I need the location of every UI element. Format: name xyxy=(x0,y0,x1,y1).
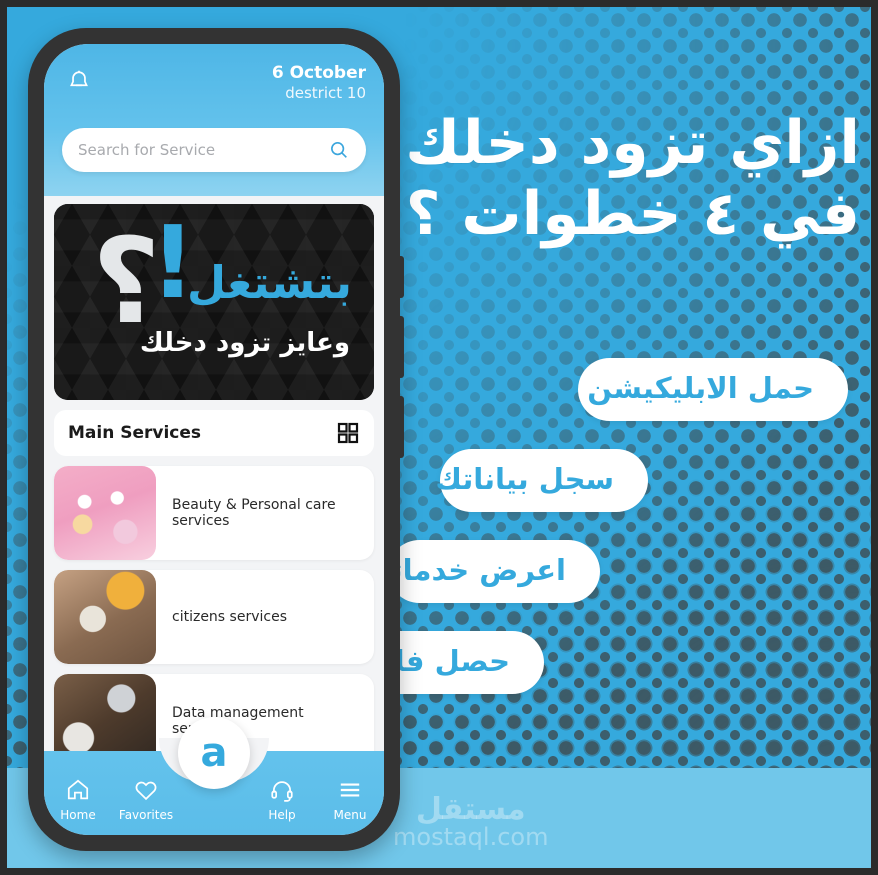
nav-item-favorites[interactable]: Favorites xyxy=(112,777,180,822)
hamburger-icon xyxy=(340,783,360,796)
phone-mockup: 6 October destrict 10 Search for Service… xyxy=(28,28,404,851)
phone-screen: 6 October destrict 10 Search for Service… xyxy=(44,44,384,835)
steps-list: حمل الابليكيشن سجل بياناتك اعرض خدماتك ح… xyxy=(320,358,848,722)
bell-icon[interactable] xyxy=(66,68,92,96)
main-services-title: Main Services xyxy=(68,423,202,443)
service-label: Beauty & Personal care services xyxy=(172,497,336,529)
service-thumbnail xyxy=(54,570,156,664)
search-icon[interactable] xyxy=(328,139,350,161)
nav-label: Favorites xyxy=(118,807,174,822)
service-card-citizens[interactable]: citizens services xyxy=(54,570,374,664)
service-label: citizens services xyxy=(172,609,287,625)
phone-volume-up-button xyxy=(399,316,404,378)
nav-label: Home xyxy=(60,807,96,822)
nav-item-help[interactable]: Help xyxy=(248,777,316,822)
phone-volume-down-button xyxy=(399,396,404,458)
nav-label: Help xyxy=(268,807,296,822)
phone-silent-switch xyxy=(399,256,404,298)
step-pill-1[interactable]: حمل الابليكيشن xyxy=(578,358,848,421)
location-display[interactable]: 6 October destrict 10 xyxy=(272,63,366,103)
step-pill-2[interactable]: سجل بياناتك xyxy=(435,449,648,512)
location-district: destrict 10 xyxy=(285,84,366,103)
app-logo-fab[interactable]: a xyxy=(178,717,250,789)
service-card-beauty[interactable]: Beauty & Personal care services xyxy=(54,466,374,560)
headline-line-2: في ٤ خطوات ؟ xyxy=(405,178,860,249)
search-bar[interactable]: Search for Service xyxy=(62,128,366,172)
nav-item-menu[interactable]: Menu xyxy=(316,777,384,822)
app-logo-letter: a xyxy=(200,730,228,776)
headline: ازاي تزود دخلك في ٤ خطوات ؟ xyxy=(400,108,860,250)
nav-label: Menu xyxy=(333,807,367,822)
home-icon xyxy=(67,779,89,799)
banner-title: بتشتغل xyxy=(187,256,352,309)
location-city: 6 October xyxy=(271,63,366,83)
grid-icon[interactable] xyxy=(336,421,360,445)
banner-subtitle: وعايز تزود دخلك xyxy=(139,328,350,358)
headset-icon xyxy=(271,780,293,802)
headline-line-1: ازاي تزود دخلك xyxy=(405,108,860,178)
app-header: 6 October destrict 10 Search for Service xyxy=(44,44,384,196)
service-thumbnail xyxy=(54,466,156,560)
bottom-navigation: a Home Favorites Help Menu xyxy=(44,717,384,835)
heart-icon xyxy=(135,781,157,800)
search-input[interactable]: Search for Service xyxy=(78,141,328,159)
step-pill-3[interactable]: اعرض خدماتك xyxy=(365,540,600,603)
promo-banner[interactable]: ؟ ! بتشتغل وعايز تزود دخلك xyxy=(54,204,374,400)
main-services-header: Main Services xyxy=(54,410,374,456)
poster-canvas: ازاي تزود دخلك في ٤ خطوات ؟ حمل الابليكي… xyxy=(0,0,878,875)
nav-item-home[interactable]: Home xyxy=(44,777,112,822)
